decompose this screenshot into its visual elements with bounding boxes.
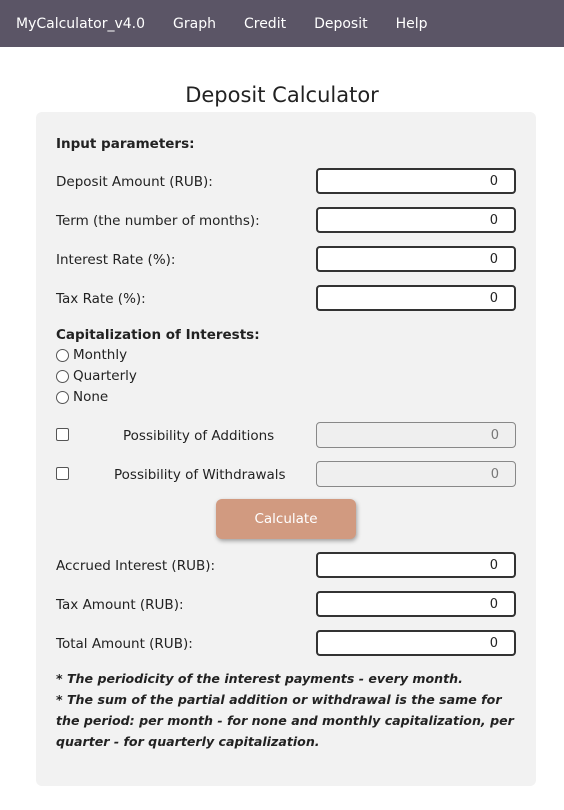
- tax-amount-output[interactable]: [316, 591, 516, 617]
- withdrawals-checkbox[interactable]: [56, 467, 69, 480]
- radio-none-label: None: [73, 389, 109, 405]
- interest-rate-label: Interest Rate (%):: [56, 252, 176, 268]
- accrued-interest-output[interactable]: [316, 552, 516, 578]
- withdrawals-input[interactable]: [316, 461, 516, 487]
- nav-brand[interactable]: MyCalculator_v4.0: [16, 16, 145, 32]
- radio-quarterly-label: Quarterly: [73, 368, 137, 384]
- radio-button[interactable]: [56, 369, 69, 383]
- top-navbar: MyCalculator_v4.0 Graph Credit Deposit H…: [0, 0, 564, 47]
- note-partial-sum: * The sum of the partial addition or wit…: [56, 692, 514, 749]
- accrued-interest-label: Accrued Interest (RUB):: [56, 558, 216, 574]
- total-amount-label: Total Amount (RUB):: [56, 636, 193, 652]
- page-title: Deposit Calculator: [185, 83, 379, 107]
- radio-none[interactable]: None: [56, 389, 108, 405]
- additions-checkbox[interactable]: [56, 428, 69, 441]
- tax-rate-input[interactable]: [316, 285, 516, 311]
- deposit-amount-input[interactable]: [316, 168, 516, 194]
- nav-deposit[interactable]: Deposit: [314, 16, 368, 32]
- term-label: Term (the number of months):: [56, 213, 260, 229]
- note-periodicity: * The periodicity of the interest paymen…: [56, 671, 463, 686]
- input-parameters-heading: Input parameters:: [56, 136, 195, 152]
- deposit-amount-label: Deposit Amount (RUB):: [56, 174, 213, 190]
- additions-label: Possibility of Additions: [123, 428, 275, 444]
- term-input[interactable]: [316, 207, 516, 233]
- nav-help[interactable]: Help: [396, 16, 428, 32]
- radio-monthly[interactable]: Monthly: [56, 347, 127, 363]
- deposit-form-panel: Input parameters: Deposit Amount (RUB): …: [36, 112, 536, 786]
- radio-button[interactable]: [56, 348, 69, 362]
- nav-graph[interactable]: Graph: [173, 16, 216, 32]
- interest-rate-input[interactable]: [316, 246, 516, 272]
- nav-credit[interactable]: Credit: [244, 16, 286, 32]
- radio-quarterly[interactable]: Quarterly: [56, 368, 137, 384]
- tax-amount-label: Tax Amount (RUB):: [56, 597, 184, 613]
- additions-input[interactable]: [316, 422, 516, 448]
- withdrawals-label: Possibility of Withdrawals: [114, 467, 286, 483]
- capitalization-heading: Capitalization of Interests:: [56, 327, 260, 343]
- radio-monthly-label: Monthly: [73, 347, 128, 363]
- total-amount-output[interactable]: [316, 630, 516, 656]
- radio-button[interactable]: [56, 390, 69, 404]
- tax-rate-label: Tax Rate (%):: [56, 291, 146, 307]
- calculate-button[interactable]: Calculate: [216, 499, 356, 539]
